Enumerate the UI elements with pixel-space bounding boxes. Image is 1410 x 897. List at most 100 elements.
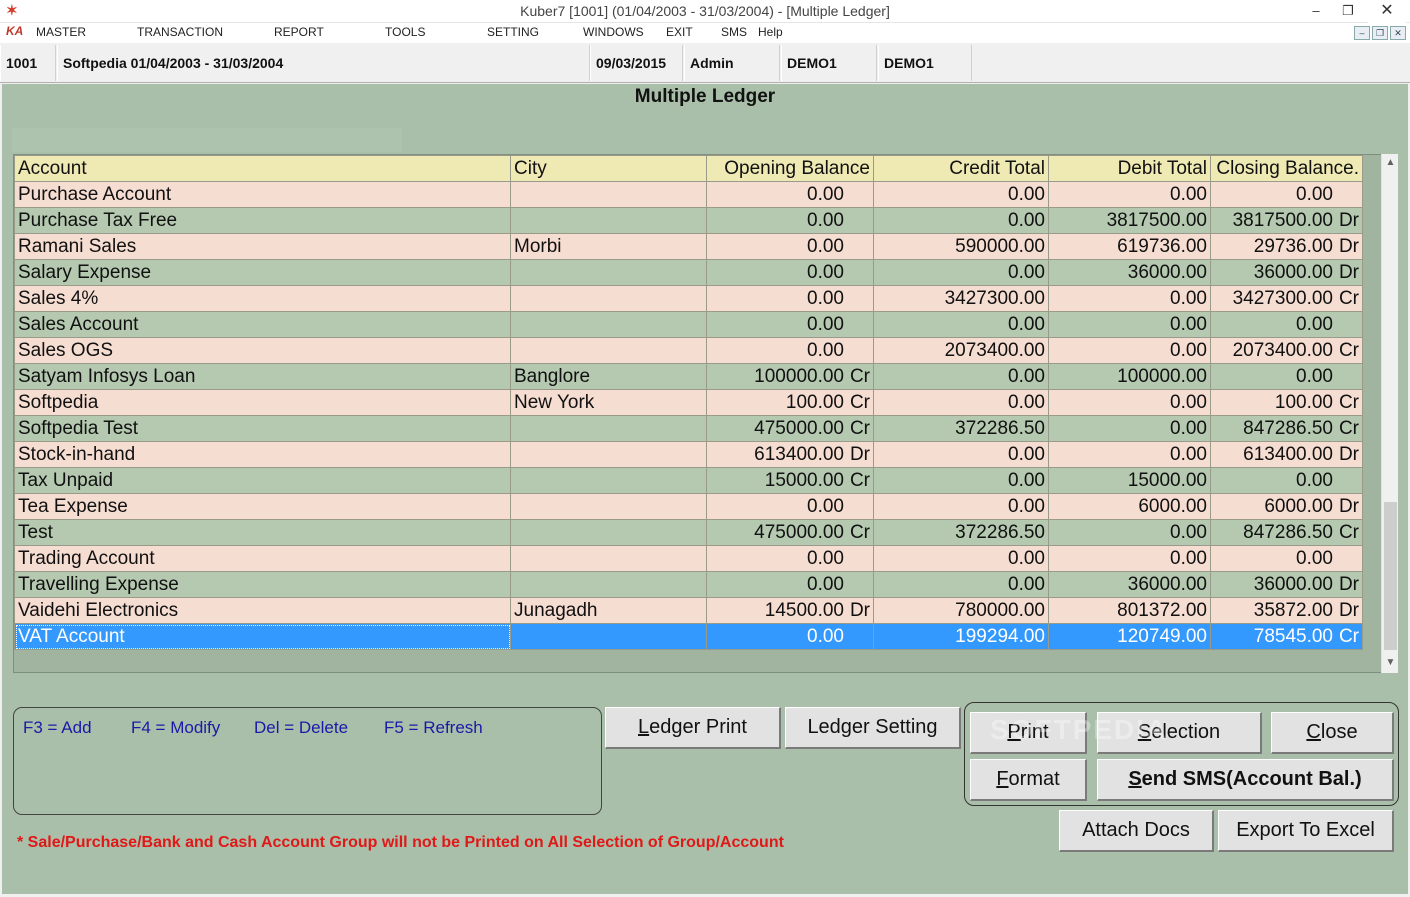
cell-credit-total[interactable]: 0.00 xyxy=(873,545,1049,572)
cell-credit-total[interactable]: 0.00 xyxy=(873,571,1049,598)
cell-account[interactable]: Sales Account xyxy=(14,311,511,338)
cell-opening-balance[interactable]: 0.00 xyxy=(706,259,874,286)
cell-credit-total[interactable]: 3427300.00 xyxy=(873,285,1049,312)
cell-opening-balance[interactable]: 14500.00 Dr xyxy=(706,597,874,624)
cell-credit-total[interactable]: 372286.50 xyxy=(873,519,1049,546)
cell-opening-balance[interactable]: 100.00 Cr xyxy=(706,389,874,416)
col-header-opening-balance[interactable]: Opening Balance xyxy=(706,155,874,182)
col-header-closing-balance[interactable]: Closing Balance. xyxy=(1210,155,1363,182)
cell-debit-total[interactable]: 6000.00 xyxy=(1048,493,1211,520)
cell-opening-balance[interactable]: 475000.00 Cr xyxy=(706,519,874,546)
cell-debit-total[interactable]: 120749.00 xyxy=(1048,623,1211,650)
cell-city[interactable] xyxy=(510,181,707,208)
cell-opening-balance[interactable]: 0.00 xyxy=(706,311,874,338)
cell-debit-total[interactable]: 36000.00 xyxy=(1048,259,1211,286)
ledger-setting-button[interactable]: Ledger Setting xyxy=(785,707,961,749)
cell-opening-balance[interactable]: 0.00 xyxy=(706,233,874,260)
close-button[interactable]: Close xyxy=(1271,712,1394,754)
table-row[interactable]: Tea Expense 0.00 0.00 6000.00 6000.00 Dr xyxy=(14,493,1363,520)
cell-account[interactable]: Sales 4% xyxy=(14,285,511,312)
cell-debit-total[interactable]: 0.00 xyxy=(1048,337,1211,364)
cell-closing-balance[interactable]: 0.00 xyxy=(1210,467,1363,494)
cell-credit-total[interactable]: 0.00 xyxy=(873,311,1049,338)
cell-closing-balance[interactable]: 0.00 xyxy=(1210,363,1363,390)
cell-account[interactable]: Tea Expense xyxy=(14,493,511,520)
cell-debit-total[interactable]: 100000.00 xyxy=(1048,363,1211,390)
cell-account[interactable]: Stock-in-hand xyxy=(14,441,511,468)
cell-debit-total[interactable]: 0.00 xyxy=(1048,441,1211,468)
table-row[interactable]: Sales OGS 0.00 2073400.00 0.00 2073400.00 Cr xyxy=(14,337,1363,364)
cell-account[interactable]: Vaidehi Electronics xyxy=(14,597,511,624)
cell-account[interactable]: Sales OGS xyxy=(14,337,511,364)
cell-city[interactable]: Junagadh xyxy=(510,597,707,624)
cell-city[interactable] xyxy=(510,467,707,494)
cell-debit-total[interactable]: 619736.00 xyxy=(1048,233,1211,260)
cell-opening-balance[interactable]: 0.00 xyxy=(706,207,874,234)
cell-city[interactable] xyxy=(510,415,707,442)
cell-city[interactable] xyxy=(510,259,707,286)
cell-debit-total[interactable]: 15000.00 xyxy=(1048,467,1211,494)
col-header-debit-total[interactable]: Debit Total xyxy=(1048,155,1211,182)
table-row[interactable]: Purchase Tax Free 0.00 0.00 3817500.00 38175… xyxy=(14,207,1363,234)
scroll-down-icon[interactable]: ▼ xyxy=(1382,654,1399,671)
cell-city[interactable] xyxy=(510,207,707,234)
cell-account[interactable]: Ramani Sales xyxy=(14,233,511,260)
export-excel-button[interactable]: Export To Excel xyxy=(1218,810,1394,852)
cell-city[interactable] xyxy=(510,311,707,338)
menu-setting[interactable]: SETTING xyxy=(487,25,539,39)
cell-closing-balance[interactable]: 0.00 xyxy=(1210,311,1363,338)
cell-account[interactable]: Travelling Expense xyxy=(14,571,511,598)
cell-closing-balance[interactable]: 2073400.00 Cr xyxy=(1210,337,1363,364)
cell-opening-balance[interactable]: 613400.00 Dr xyxy=(706,441,874,468)
cell-credit-total[interactable]: 0.00 xyxy=(873,181,1049,208)
cell-city[interactable] xyxy=(510,545,707,572)
menu-help[interactable]: Help xyxy=(758,25,783,39)
table-row[interactable]: Softpedia Test 475000.00 Cr 372286.50 0.00 84… xyxy=(14,415,1363,442)
mdi-restore-button[interactable]: ❐ xyxy=(1372,26,1388,40)
cell-debit-total[interactable]: 0.00 xyxy=(1048,285,1211,312)
cell-account[interactable]: Purchase Account xyxy=(14,181,511,208)
cell-account[interactable]: VAT Account xyxy=(14,623,511,650)
cell-city[interactable]: Banglore xyxy=(510,363,707,390)
restore-button[interactable]: ❐ xyxy=(1332,0,1364,23)
cell-closing-balance[interactable]: 847286.50 Cr xyxy=(1210,415,1363,442)
cell-city[interactable] xyxy=(510,571,707,598)
mdi-minimize-button[interactable]: – xyxy=(1354,26,1370,40)
cell-closing-balance[interactable]: 100.00 Cr xyxy=(1210,389,1363,416)
table-row[interactable]: Stock-in-hand 613400.00 Dr 0.00 0.00 613400.0… xyxy=(14,441,1363,468)
cell-debit-total[interactable]: 0.00 xyxy=(1048,311,1211,338)
col-header-city[interactable]: City xyxy=(510,155,707,182)
cell-closing-balance[interactable]: 6000.00 Dr xyxy=(1210,493,1363,520)
table-row[interactable]: Salary Expense 0.00 0.00 36000.00 36000.00 Dr xyxy=(14,259,1363,286)
cell-credit-total[interactable]: 372286.50 xyxy=(873,415,1049,442)
cell-closing-balance[interactable]: 0.00 xyxy=(1210,545,1363,572)
send-sms-button[interactable]: Send SMS(Account Bal.) xyxy=(1097,759,1394,801)
cell-account[interactable]: Tax Unpaid xyxy=(14,467,511,494)
cell-debit-total[interactable]: 3817500.00 xyxy=(1048,207,1211,234)
cell-opening-balance[interactable]: 0.00 xyxy=(706,285,874,312)
cell-opening-balance[interactable]: 475000.00 Cr xyxy=(706,415,874,442)
cell-city[interactable]: New York xyxy=(510,389,707,416)
mdi-close-button[interactable]: ✕ xyxy=(1390,26,1406,40)
ledger-print-button[interactable]: Ledger Print xyxy=(605,707,781,749)
menu-master[interactable]: MASTER xyxy=(36,25,86,39)
cell-closing-balance[interactable]: 0.00 xyxy=(1210,181,1363,208)
menu-tools[interactable]: TOOLS xyxy=(385,25,425,39)
scroll-up-icon[interactable]: ▲ xyxy=(1382,154,1399,171)
table-row[interactable]: Test 475000.00 Cr 372286.50 0.00 847286.50 Cr xyxy=(14,519,1363,546)
cell-account[interactable]: Test xyxy=(14,519,511,546)
attach-docs-button[interactable]: Attach Docs xyxy=(1059,810,1214,852)
cell-opening-balance[interactable]: 15000.00 Cr xyxy=(706,467,874,494)
cell-credit-total[interactable]: 0.00 xyxy=(873,441,1049,468)
cell-opening-balance[interactable]: 0.00 xyxy=(706,337,874,364)
vertical-scrollbar[interactable]: ▲ ▼ xyxy=(1381,154,1398,673)
cell-credit-total[interactable]: 0.00 xyxy=(873,363,1049,390)
cell-debit-total[interactable]: 0.00 xyxy=(1048,519,1211,546)
table-row[interactable]: Softpedia New York 100.00 Cr 0.00 0.00 100.00 C… xyxy=(14,389,1363,416)
menu-exit[interactable]: EXIT xyxy=(666,25,693,39)
cell-city[interactable] xyxy=(510,441,707,468)
ledger-grid[interactable]: Account City Opening Balance Credit Tota… xyxy=(13,154,1398,673)
cell-debit-total[interactable]: 0.00 xyxy=(1048,181,1211,208)
menu-report[interactable]: REPORT xyxy=(274,25,324,39)
cell-closing-balance[interactable]: 3817500.00 Dr xyxy=(1210,207,1363,234)
